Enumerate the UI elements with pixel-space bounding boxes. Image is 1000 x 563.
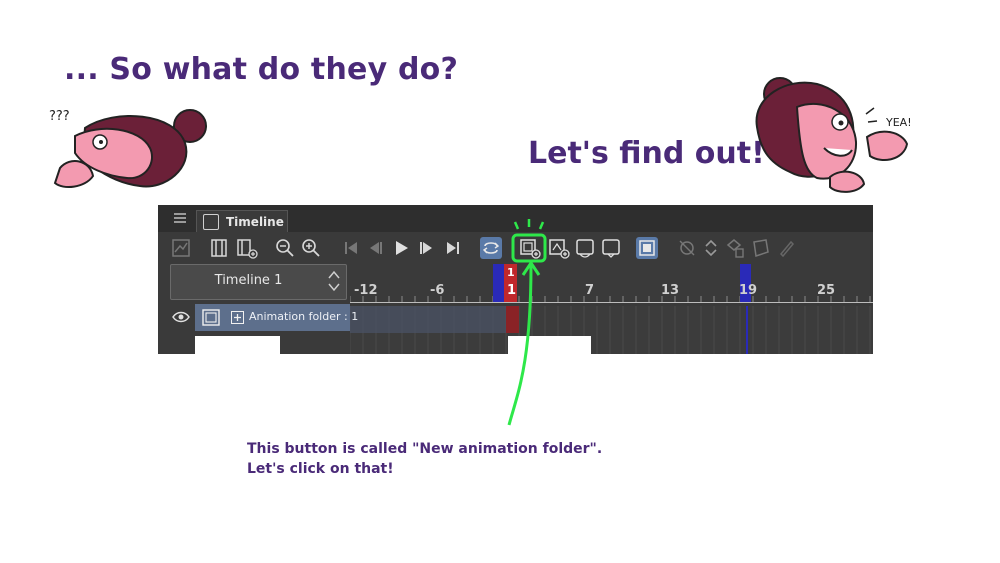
char-right-yea: YEA! — [885, 116, 912, 129]
ruler-ticks — [350, 264, 871, 302]
frame-add-icon[interactable] — [236, 237, 258, 259]
ruler-label: 25 — [817, 283, 836, 298]
timeline-tab-icon — [203, 214, 219, 230]
frame-track-area[interactable] — [350, 306, 873, 354]
timeline-name: Timeline 1 — [214, 273, 283, 288]
play-icon[interactable] — [390, 237, 412, 259]
zoom-in-icon[interactable] — [300, 237, 322, 259]
ruler-label: -12 — [354, 283, 378, 298]
eye-icon[interactable] — [172, 310, 190, 324]
prev-frame-icon[interactable] — [364, 237, 386, 259]
pencil-icon[interactable] — [776, 237, 798, 259]
light-table-icon[interactable] — [600, 237, 622, 259]
frame-grid — [350, 306, 871, 354]
last-frame-icon[interactable] — [442, 237, 464, 259]
ruler-label: 19 — [739, 283, 758, 298]
spinner-arrows-icon[interactable] — [328, 269, 340, 293]
frame-icon[interactable] — [208, 237, 230, 259]
tab-timeline[interactable]: Timeline — [196, 210, 288, 233]
char-left-question: ??? — [49, 109, 70, 124]
sync-icon[interactable] — [636, 237, 658, 259]
highlight-annotation — [507, 219, 547, 426]
expand-icon[interactable] — [231, 311, 244, 324]
layer-row[interactable]: Animation folder : 1 — [158, 304, 358, 331]
animation-folder-layer[interactable]: Animation folder : 1 — [195, 304, 358, 331]
delete-icon[interactable] — [724, 237, 746, 259]
slide-heading: ... So what do they do? — [64, 52, 459, 87]
excited-character-illustration: YEA! — [755, 77, 912, 193]
tab-label: Timeline — [226, 215, 284, 229]
arrows-icon[interactable] — [700, 237, 722, 259]
page-icon[interactable] — [750, 237, 772, 259]
graph-icon[interactable] — [170, 237, 192, 259]
mask-icon[interactable] — [676, 237, 698, 259]
ruler-label: -6 — [430, 283, 445, 298]
ruler-label: 13 — [661, 283, 680, 298]
caption-line-1: This button is called "New animation fol… — [247, 441, 603, 457]
ruler-baseline — [350, 302, 873, 303]
frame-ruler[interactable]: -12 -6 1 7 13 19 25 1 — [350, 264, 873, 304]
slide-subheading: Let's find out! — [528, 136, 765, 171]
menu-icon[interactable] — [174, 213, 186, 224]
onion-skin-icon[interactable] — [574, 237, 596, 259]
animation-folder-icon — [202, 309, 220, 326]
crop-gap — [195, 336, 280, 354]
caption-line-2: Let's click on that! — [247, 461, 394, 477]
next-frame-icon[interactable] — [416, 237, 438, 259]
ruler-label: 7 — [585, 283, 595, 298]
confused-character-illustration: ??? — [49, 109, 207, 189]
first-frame-icon[interactable] — [340, 237, 362, 259]
zoom-out-icon[interactable] — [274, 237, 296, 259]
layer-name: Animation folder : 1 — [249, 310, 359, 323]
timeline-name-select[interactable]: Timeline 1 — [170, 264, 347, 300]
